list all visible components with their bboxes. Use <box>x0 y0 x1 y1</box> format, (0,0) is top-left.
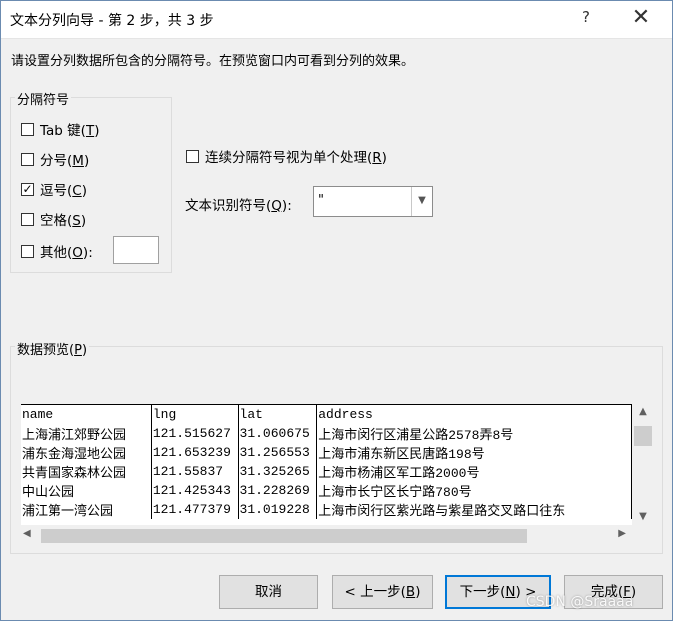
consecutive-checkbox-box[interactable] <box>186 149 199 163</box>
table-cell: 31.228269 <box>238 480 318 500</box>
chevron-down-icon[interactable]: ▼ <box>632 511 654 522</box>
table-cell: 121.425343 <box>151 480 239 500</box>
table-cell: 121.477379 <box>151 499 239 519</box>
table-cell: 31.256553 <box>238 442 318 462</box>
comma-checkbox[interactable]: ✓ 逗号(C) <box>21 179 87 199</box>
table-cell: 中山公园 <box>21 480 152 500</box>
table-cell: 上海市闵行区浦星公路2578弄8号 <box>316 423 632 443</box>
preview-horizontal-scrollbar[interactable]: ◀ ▶ <box>21 526 632 546</box>
table-cell: 121.653239 <box>151 442 239 462</box>
table-row: 上海浦江郊野公园 121.515627 31.060675 上海市闵行区浦星公路… <box>21 423 632 443</box>
chevron-right-icon[interactable]: ▶ <box>618 528 626 539</box>
table-row: 浦东金海湿地公园 121.653239 31.256553 上海市浦东新区民唐路… <box>21 442 632 462</box>
other-delimiter-input[interactable] <box>113 236 159 264</box>
chevron-left-icon[interactable]: ◀ <box>23 528 31 539</box>
help-button[interactable]: ? <box>572 8 600 30</box>
table-cell: 上海市浦东新区民唐路198号 <box>316 442 632 462</box>
instruction-text: 请设置分列数据所包含的分隔符号。在预览窗口内可看到分列的效果。 <box>11 54 415 69</box>
table-cell: lng <box>151 405 239 424</box>
table-row: 中山公园 121.425343 31.228269 上海市长宁区长宁路780号 <box>21 480 632 500</box>
table-cell: lat <box>238 405 318 424</box>
table-row: name lng lat address <box>21 405 632 424</box>
space-checkbox[interactable]: 空格(S) <box>21 209 86 229</box>
semicolon-checkbox-box[interactable] <box>21 152 34 166</box>
text-qualifier-label: 文本识别符号(Q): <box>185 198 292 214</box>
tab-checkbox-label: Tab 键(T) <box>40 123 100 139</box>
cancel-button[interactable]: 取消 <box>219 575 318 609</box>
space-checkbox-label: 空格(S) <box>40 213 87 229</box>
watermark: CSDN @Sraaaa <box>526 594 634 610</box>
table-cell: 121.55837 <box>151 461 239 481</box>
table-cell: 共青国家森林公园 <box>21 461 152 481</box>
data-preview[interactable]: name lng lat address 上海浦江郊野公园 121.515627… <box>21 404 632 525</box>
table-cell: 31.325265 <box>238 461 318 481</box>
window-title: 文本分列向导 - 第 2 步，共 3 步 <box>10 13 214 29</box>
table-cell: 浦江第一湾公园 <box>21 499 152 519</box>
other-checkbox-label: 其他(O): <box>40 245 93 261</box>
preview-table: name lng lat address 上海浦江郊野公园 121.515627… <box>21 405 632 519</box>
table-row: 共青国家森林公园 121.55837 31.325265 上海市杨浦区军工路20… <box>21 461 632 481</box>
tab-checkbox-box[interactable] <box>21 122 34 136</box>
preview-vertical-scrollbar[interactable]: ▲ ▼ <box>632 404 654 524</box>
tab-checkbox[interactable]: Tab 键(T) <box>21 119 99 139</box>
consecutive-checkbox-label: 连续分隔符号视为单个处理(R) <box>205 150 387 166</box>
horizontal-scroll-thumb[interactable] <box>41 529 527 543</box>
text-qualifier-value: " <box>318 193 324 208</box>
table-cell: 上海市闵行区紫光路与紫星路交叉路口往东 <box>316 499 632 519</box>
vertical-scroll-thumb[interactable] <box>634 426 652 446</box>
chevron-up-icon[interactable]: ▲ <box>632 406 654 417</box>
back-button[interactable]: < 上一步(B) <box>332 575 433 609</box>
table-cell: name <box>21 405 152 424</box>
chevron-down-icon[interactable]: ▼ <box>411 187 432 216</box>
semicolon-checkbox[interactable]: 分号(M) <box>21 149 89 169</box>
table-cell: 31.060675 <box>238 423 318 443</box>
table-cell: 浦东金海湿地公园 <box>21 442 152 462</box>
preview-legend: 数据预览(P) <box>15 339 90 358</box>
table-cell: address <box>316 405 632 424</box>
other-checkbox[interactable]: 其他(O): <box>21 241 93 261</box>
table-cell: 上海市杨浦区军工路2000号 <box>316 461 632 481</box>
table-cell: 上海浦江郊野公园 <box>21 423 152 443</box>
table-cell: 31.019228 <box>238 499 318 519</box>
close-button[interactable]: ✕ <box>626 4 656 34</box>
comma-checkbox-box[interactable]: ✓ <box>21 182 34 196</box>
consecutive-checkbox[interactable]: 连续分隔符号视为单个处理(R) <box>186 146 387 166</box>
semicolon-checkbox-label: 分号(M) <box>40 153 90 169</box>
space-checkbox-box[interactable] <box>21 212 34 226</box>
other-checkbox-box[interactable] <box>21 244 34 258</box>
delimiters-legend: 分隔符号 <box>15 89 72 108</box>
comma-checkbox-label: 逗号(C) <box>40 183 87 199</box>
table-cell: 上海市长宁区长宁路780号 <box>316 480 632 500</box>
title-bar: 文本分列向导 - 第 2 步，共 3 步 ? ✕ <box>0 0 673 39</box>
table-row: 浦江第一湾公园 121.477379 31.019228 上海市闵行区紫光路与紫… <box>21 499 632 519</box>
text-qualifier-select[interactable]: " ▼ <box>313 186 433 217</box>
table-cell: 121.515627 <box>151 423 239 443</box>
